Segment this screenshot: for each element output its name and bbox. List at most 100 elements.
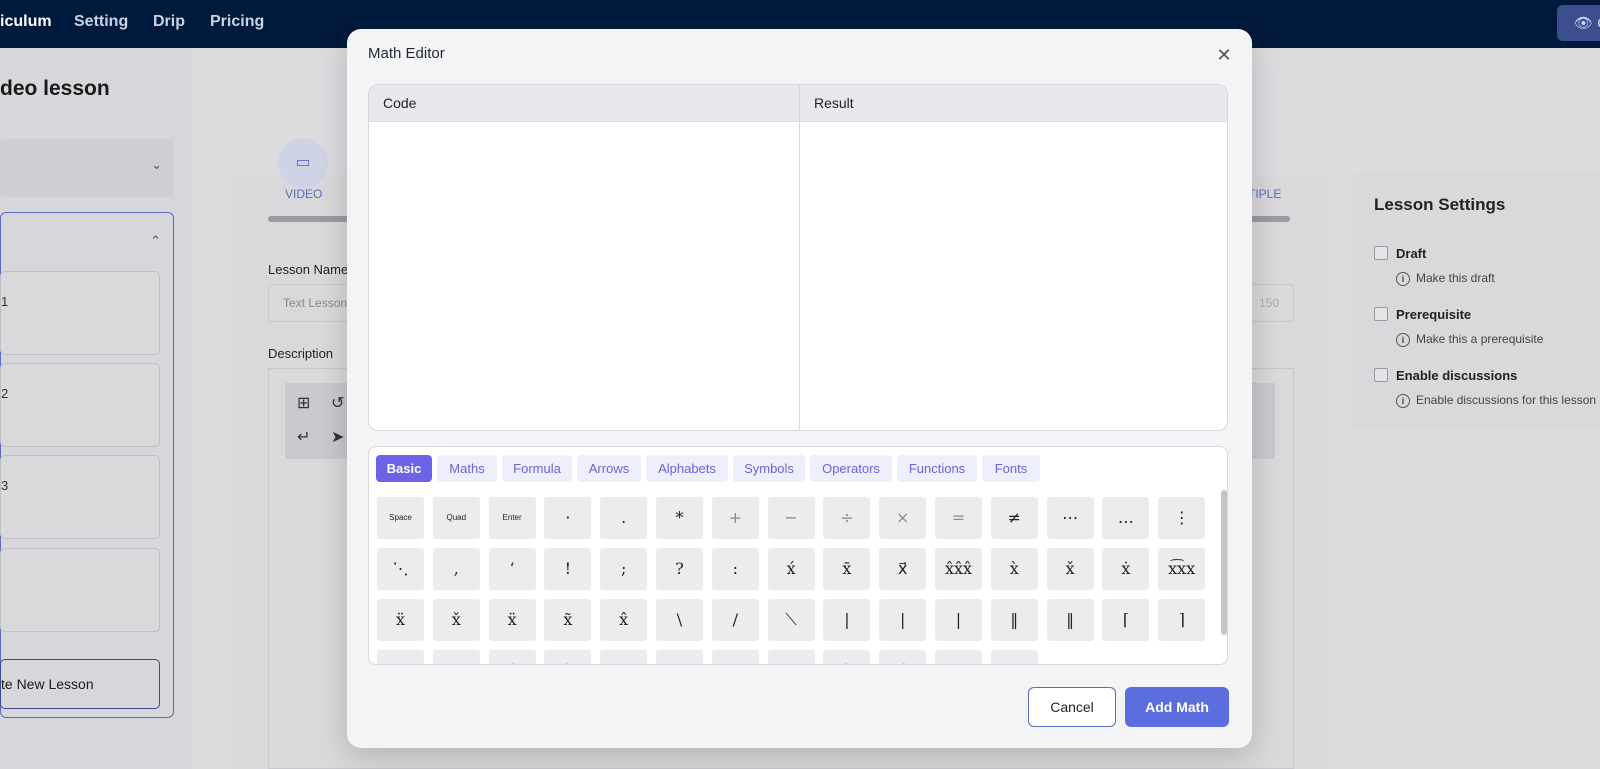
tab-video[interactable]: VIDEO (285, 187, 322, 201)
symbol-button[interactable]: Enter (488, 497, 536, 539)
symbol-button[interactable]: x́ (767, 548, 815, 590)
symbol-button[interactable]: ⋱ (377, 548, 424, 590)
symbol-button[interactable]: · (544, 497, 592, 539)
symbol-button[interactable]: ⋮ (1158, 497, 1206, 539)
tab-symbols[interactable]: Symbols (733, 455, 805, 482)
symbol-button[interactable]: x⃗ (879, 548, 927, 590)
table-icon[interactable]: ⊞ (297, 393, 310, 413)
modal-title: Math Editor (368, 45, 445, 62)
symbol-button[interactable]: ≠ (990, 497, 1038, 539)
code-input[interactable] (369, 122, 799, 430)
symbol-button[interactable]: \ (656, 599, 703, 641)
symbol-button[interactable]: [ (377, 650, 424, 664)
nav-drip[interactable]: Drip (153, 13, 185, 31)
symbol-button[interactable]: : (711, 548, 759, 590)
add-math-button[interactable]: Add Math (1125, 687, 1229, 727)
symbol-button[interactable]: ẍ (488, 599, 536, 641)
tab-operators[interactable]: Operators (810, 455, 892, 482)
close-icon[interactable]: ✕ (1215, 46, 1233, 64)
result-header: Result (800, 85, 1227, 122)
symbol-button[interactable]: ⟨ (488, 650, 536, 664)
line-break-icon[interactable]: ↵ (297, 427, 310, 447)
symbol-button[interactable]: ⌋ (879, 650, 927, 664)
symbol-button[interactable]: * (656, 497, 703, 539)
symbol-button[interactable]: | (990, 650, 1038, 664)
symbols-panel: Basic Maths Formula Arrows Alphabets Symbols O… (368, 446, 1228, 665)
symbol-button[interactable]: ! (544, 548, 592, 590)
tab-arrows[interactable]: Arrows (577, 455, 641, 482)
symbol-button[interactable]: x͡xx (1158, 548, 1206, 590)
nav-pricing[interactable]: Pricing (210, 13, 264, 31)
symbol-button[interactable]: ⋯ (1046, 497, 1094, 539)
symbol-button[interactable]: | (823, 599, 871, 641)
lesson-item[interactable]: 3 (0, 455, 160, 539)
symbol-button[interactable]: x̃ (544, 599, 592, 641)
symbol-button[interactable]: x̂ (600, 599, 648, 641)
section-collapsed[interactable]: ⌄ (0, 139, 174, 197)
tab-functions[interactable]: Functions (897, 455, 977, 482)
scrollbar[interactable] (1220, 490, 1227, 664)
tab-formula[interactable]: Formula (502, 455, 572, 482)
lesson-item[interactable]: 2 (0, 363, 160, 447)
symbol-button[interactable]: ‖ (990, 599, 1038, 641)
nav-curriculum[interactable]: iculum (0, 13, 52, 31)
symbol-button[interactable]: + (711, 497, 759, 539)
discussions-hint: i Enable discussions for this lesson (1396, 393, 1596, 408)
symbol-button[interactable]: Space (377, 497, 424, 539)
prerequisite-checkbox[interactable]: Prerequisite (1374, 307, 1471, 322)
symbol-button[interactable]: … (1102, 497, 1150, 539)
video-icon[interactable]: ▭ (278, 138, 328, 188)
symbol-button[interactable]: x̌ (432, 599, 480, 641)
nav-setting[interactable]: Setting (74, 13, 128, 31)
symbol-button[interactable]: ; (600, 548, 648, 590)
create-lesson-button[interactable]: te New Lesson (0, 659, 160, 709)
tab-fonts[interactable]: Fonts (982, 455, 1040, 482)
lesson-item[interactable]: 1 (0, 271, 160, 355)
lesson-item[interactable] (0, 548, 160, 632)
tab-maths[interactable]: Maths (437, 455, 497, 482)
symbol-button[interactable]: ‘ (488, 548, 536, 590)
symbol-button[interactable]: ÷ (823, 497, 871, 539)
scrollbar-thumb[interactable] (1221, 490, 1227, 635)
symbol-button[interactable]: / (711, 599, 759, 641)
symbol-button[interactable]: { (711, 650, 759, 664)
cancel-button[interactable]: Cancel (1028, 687, 1116, 727)
symbol-button[interactable]: | (935, 650, 982, 664)
symbol-button[interactable]: − (767, 497, 815, 539)
symbol-button[interactable]: ⌈ (1102, 599, 1150, 641)
symbol-button[interactable]: . (600, 497, 648, 539)
prerequisite-hint: i Make this a prerequisite (1396, 332, 1543, 347)
symbol-button[interactable]: ? (656, 548, 703, 590)
symbol-button[interactable]: x̂x̂x̂ (935, 548, 982, 590)
symbol-button[interactable]: ( (600, 650, 648, 664)
tab-multiple[interactable]: TIPLE (1248, 187, 1281, 201)
symbol-button[interactable]: = (935, 497, 982, 539)
symbol-button[interactable]: × (879, 497, 927, 539)
info-icon: i (1396, 272, 1410, 286)
chevron-up-icon[interactable]: ⌃ (150, 233, 161, 249)
symbol-button[interactable]: ẍ (377, 599, 424, 641)
symbol-button[interactable]: | (879, 599, 927, 641)
symbol-button[interactable]: Quad (432, 497, 480, 539)
symbol-button[interactable]: | (935, 599, 982, 641)
symbol-button[interactable]: ) (656, 650, 703, 664)
preview-button[interactable]: 👁 C (1557, 5, 1600, 41)
symbol-button[interactable]: ⌉ (1158, 599, 1206, 641)
symbol-button[interactable]: x̌ (1046, 548, 1094, 590)
symbol-button[interactable]: ⌊ (823, 650, 871, 664)
symbol-button[interactable]: ] (432, 650, 480, 664)
symbol-button[interactable]: ⟩ (544, 650, 592, 664)
symbol-button[interactable]: ⟍ (767, 599, 815, 641)
symbol-button[interactable]: ẋ (1102, 548, 1150, 590)
undo-icon[interactable]: ↺ (331, 393, 344, 413)
symbol-button[interactable]: , (432, 548, 480, 590)
tab-alphabets[interactable]: Alphabets (646, 455, 728, 482)
symbol-button[interactable]: x̀ (990, 548, 1038, 590)
draft-checkbox[interactable]: Draft (1374, 246, 1426, 261)
discussions-checkbox[interactable]: Enable discussions (1374, 368, 1517, 383)
symbol-button[interactable]: ‖ (1046, 599, 1094, 641)
tab-basic[interactable]: Basic (376, 455, 432, 482)
send-icon[interactable]: ➤ (331, 427, 344, 447)
symbol-button[interactable]: x̄ (823, 548, 871, 590)
symbol-button[interactable]: } (767, 650, 815, 664)
